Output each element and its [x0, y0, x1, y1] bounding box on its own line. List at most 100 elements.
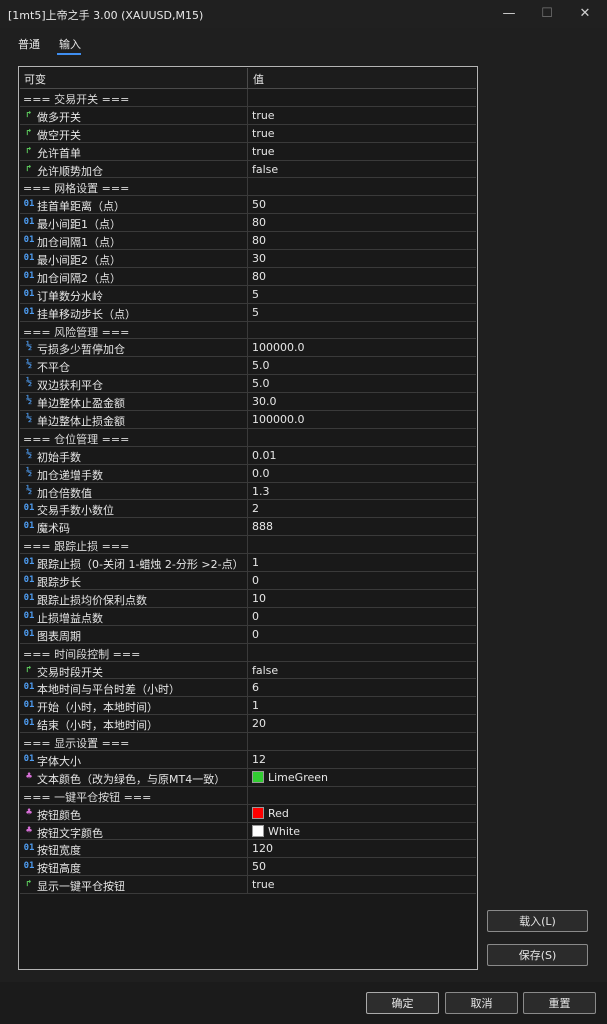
- ok-button[interactable]: 确定: [366, 992, 439, 1014]
- parameter-row[interactable]: ½ 双边获利平仓 5.0: [20, 375, 476, 394]
- parameter-value[interactable]: 1: [252, 699, 259, 712]
- parameter-row[interactable]: ½ 加仓递增手数 0.0: [20, 464, 476, 483]
- cancel-button[interactable]: 取消: [445, 992, 518, 1014]
- parameter-name: 开始（小时，本地时间）: [37, 701, 158, 715]
- parameter-value[interactable]: 20: [252, 717, 266, 730]
- column-header-variable[interactable]: 可变: [24, 71, 46, 87]
- parameter-value[interactable]: LimeGreen: [252, 770, 328, 784]
- parameter-row[interactable]: ↱ 显示一键平仓按钮 true: [20, 876, 476, 895]
- parameter-value[interactable]: 0: [252, 610, 259, 623]
- parameter-value[interactable]: 80: [252, 216, 266, 229]
- save-button[interactable]: 保存(S): [487, 944, 588, 966]
- section-header-row[interactable]: === 仓位管理 ===: [20, 428, 476, 447]
- parameter-value-text: 30.0: [252, 395, 277, 409]
- parameter-value[interactable]: 30: [252, 252, 266, 265]
- parameter-row[interactable]: ½ 初始手数 0.01: [20, 446, 476, 465]
- parameter-value[interactable]: false: [252, 163, 278, 176]
- parameter-row[interactable]: ↱ 交易时段开关 false: [20, 661, 476, 680]
- parameter-row[interactable]: 01 跟踪止损均价保利点数 10: [20, 589, 476, 608]
- parameter-value[interactable]: true: [252, 127, 275, 140]
- parameter-value[interactable]: 120: [252, 842, 273, 855]
- section-header-row[interactable]: === 网格设置 ===: [20, 178, 476, 197]
- parameter-value[interactable]: 0.0: [252, 467, 270, 480]
- parameter-row[interactable]: ½ 亏损多少暂停加仓 100000.0: [20, 339, 476, 358]
- parameter-value[interactable]: true: [252, 145, 275, 158]
- parameter-row[interactable]: 01 交易手数小数位 2: [20, 500, 476, 519]
- column-divider[interactable]: [247, 68, 248, 88]
- parameter-row[interactable]: ½ 加仓倍数值 1.3: [20, 482, 476, 501]
- section-header-row[interactable]: === 时间段控制 ===: [20, 643, 476, 662]
- parameter-row[interactable]: 01 最小间距2（点） 30: [20, 250, 476, 268]
- inputs-grid[interactable]: 可变 值 === 交易开关 === ↱ 做多开关 true ↱ 做空开关 true ↱ 允许首单…: [18, 66, 478, 970]
- close-button[interactable]: ✕: [570, 4, 600, 24]
- section-header-row[interactable]: === 一键平仓按钮 ===: [20, 786, 476, 805]
- parameter-row[interactable]: 01 结束（小时，本地时间） 20: [20, 715, 476, 734]
- parameter-value[interactable]: 30.0: [252, 395, 277, 408]
- tab-inputs[interactable]: 输入: [59, 36, 81, 52]
- parameter-value[interactable]: 0: [252, 574, 259, 587]
- parameter-value[interactable]: 2: [252, 502, 259, 515]
- parameter-value[interactable]: 5.0: [252, 359, 270, 372]
- parameter-value[interactable]: 6: [252, 681, 259, 694]
- section-header-row[interactable]: === 显示设置 ===: [20, 733, 476, 751]
- parameter-row[interactable]: 01 跟踪步长 0: [20, 572, 476, 590]
- parameter-row[interactable]: 01 按钮高度 50: [20, 858, 476, 877]
- parameter-value[interactable]: 1: [252, 556, 259, 569]
- section-header-row[interactable]: === 跟踪止损 ===: [20, 536, 476, 555]
- parameter-value[interactable]: 5: [252, 288, 259, 301]
- parameter-value[interactable]: 80: [252, 270, 266, 283]
- parameter-row[interactable]: ↱ 允许顺势加仓 false: [20, 160, 476, 179]
- parameter-row[interactable]: 01 跟踪止损（0-关闭 1-蜡烛 2-分形 >2-点） 1: [20, 554, 476, 573]
- parameter-row[interactable]: ↱ 做多开关 true: [20, 106, 476, 125]
- load-button[interactable]: 载入(L): [487, 910, 588, 932]
- parameter-value[interactable]: 0: [252, 628, 259, 641]
- tab-general[interactable]: 普通: [18, 36, 40, 52]
- parameter-row[interactable]: ↱ 允许首单 true: [20, 142, 476, 161]
- parameter-row[interactable]: ♣ 按钮颜色 Red: [20, 804, 476, 823]
- parameter-row[interactable]: ½ 单边整体止盈金额 30.0: [20, 393, 476, 412]
- parameter-value[interactable]: 10: [252, 592, 266, 605]
- column-divider: [247, 106, 248, 124]
- parameter-value[interactable]: 0.01: [252, 449, 277, 462]
- parameter-row[interactable]: 01 加仓间隔1（点） 80: [20, 232, 476, 251]
- parameter-row[interactable]: 01 图表周期 0: [20, 625, 476, 644]
- parameter-row[interactable]: 01 挂单移动步长（点） 5: [20, 303, 476, 322]
- parameter-value[interactable]: 50: [252, 198, 266, 211]
- parameter-row[interactable]: 01 加仓间隔2（点） 80: [20, 267, 476, 286]
- parameter-row[interactable]: ½ 不平仓 5.0: [20, 357, 476, 376]
- parameter-value[interactable]: Red: [252, 806, 289, 820]
- parameter-value[interactable]: true: [252, 109, 275, 122]
- parameter-row[interactable]: ½ 单边整体止损金额 100000.0: [20, 411, 476, 429]
- parameter-value[interactable]: 80: [252, 234, 266, 247]
- parameter-value[interactable]: 5.0: [252, 377, 270, 390]
- parameter-value[interactable]: false: [252, 664, 278, 677]
- parameter-value[interactable]: 100000.0: [252, 413, 305, 426]
- parameter-row[interactable]: 01 最小间距1（点） 80: [20, 214, 476, 233]
- minimize-button[interactable]: —: [494, 4, 524, 24]
- parameter-value[interactable]: 5: [252, 306, 259, 319]
- parameter-row[interactable]: 01 订单数分水岭 5: [20, 285, 476, 304]
- parameter-value[interactable]: White: [252, 824, 300, 838]
- parameter-row[interactable]: 01 开始（小时，本地时间） 1: [20, 697, 476, 716]
- parameter-value[interactable]: 50: [252, 860, 266, 873]
- section-header-row[interactable]: === 交易开关 ===: [20, 89, 476, 107]
- parameter-name: === 显示设置 ===: [23, 737, 130, 751]
- parameter-value[interactable]: 100000.0: [252, 341, 305, 354]
- parameter-row[interactable]: 01 止损增益点数 0: [20, 607, 476, 626]
- parameter-row[interactable]: ♣ 按钮文字颜色 White: [20, 822, 476, 841]
- maximize-button[interactable]: ☐: [532, 4, 562, 24]
- section-header-row[interactable]: === 风险管理 ===: [20, 321, 476, 340]
- parameter-row[interactable]: ↱ 做空开关 true: [20, 124, 476, 143]
- reset-button[interactable]: 重置: [523, 992, 596, 1014]
- column-header-value[interactable]: 值: [253, 71, 264, 87]
- parameter-value[interactable]: 888: [252, 520, 273, 533]
- parameter-value[interactable]: true: [252, 878, 275, 891]
- parameter-row[interactable]: 01 魔术码 888: [20, 518, 476, 537]
- parameter-row[interactable]: 01 字体大小 12: [20, 750, 476, 769]
- parameter-row[interactable]: 01 本地时间与平台时差（小时） 6: [20, 679, 476, 698]
- parameter-row[interactable]: 01 按钮宽度 120: [20, 840, 476, 859]
- parameter-row[interactable]: 01 挂首单距离（点） 50: [20, 196, 476, 215]
- parameter-value[interactable]: 12: [252, 753, 266, 766]
- parameter-row[interactable]: ♣ 文本颜色（改为绿色，与原MT4一致） LimeGreen: [20, 768, 476, 787]
- parameter-value[interactable]: 1.3: [252, 485, 270, 498]
